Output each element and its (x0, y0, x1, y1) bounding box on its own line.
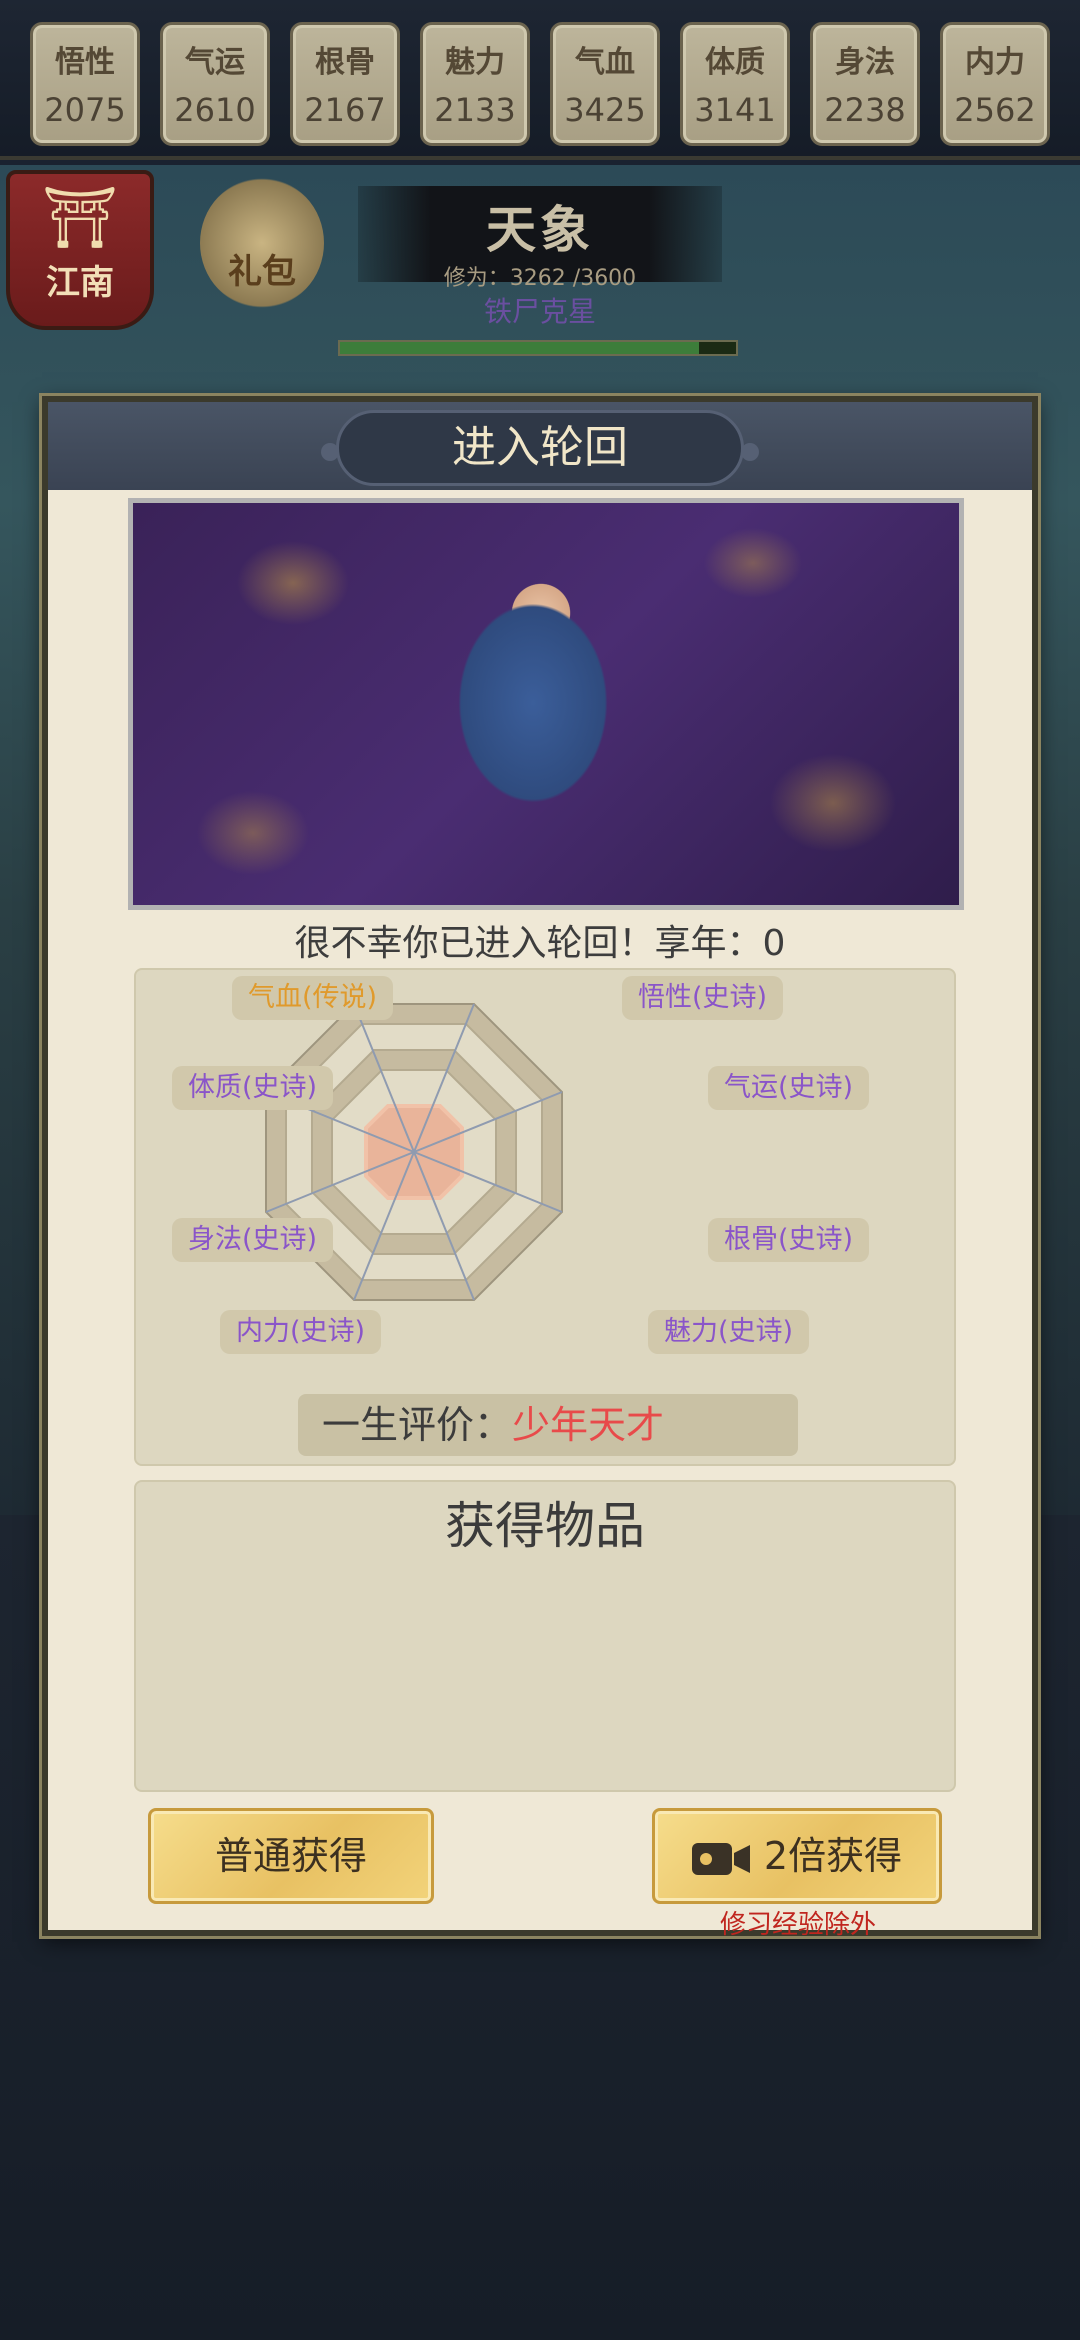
realm-name: 天象 (486, 200, 594, 259)
attr-qiyun-tag: 气运(史诗) (708, 1066, 870, 1110)
stat-value: 2238 (824, 91, 906, 129)
modal-title: 进入轮回 (321, 410, 759, 486)
attr-gengu-tag: 根骨(史诗) (708, 1218, 870, 1262)
location-emblem[interactable]: ⛩ 江南 (6, 170, 154, 330)
stat-name: 魅力 (445, 45, 505, 80)
stat-name: 体质 (705, 45, 765, 80)
stat-value: 2133 (434, 91, 516, 129)
double-obtain-button[interactable]: 2倍获得 (652, 1808, 942, 1904)
attr-meili-tag: 魅力(史诗) (648, 1310, 810, 1354)
stat-qixue[interactable]: 气血 3425 (550, 22, 660, 146)
stat-value: 2075 (44, 91, 126, 129)
stat-name: 悟性 (55, 45, 115, 80)
stat-shenfa[interactable]: 身法 2238 (810, 22, 920, 146)
double-obtain-label: 2倍获得 (763, 1834, 903, 1878)
stat-name: 气运 (185, 45, 245, 80)
stat-value: 3425 (564, 91, 646, 129)
reincarnation-modal: 进入轮回 很不幸你已进入轮回！享年：0 气血(传说) 悟性(史诗) 体质(史诗)… (42, 396, 1038, 1940)
attr-neili-tag: 内力(史诗) (220, 1310, 382, 1354)
gift-bag-button[interactable]: 礼包 (200, 178, 324, 308)
cultivation-progress-bar (338, 340, 738, 356)
items-title: 获得物品 (445, 1497, 645, 1555)
attr-tizhi-tag: 体质(史诗) (172, 1066, 334, 1110)
stat-tizhi[interactable]: 体质 3141 (680, 22, 790, 146)
exclusion-note: 修习经验除外 (719, 1910, 876, 1940)
stat-gengu[interactable]: 根骨 2167 (290, 22, 400, 146)
attribute-radar-panel: 气血(传说) 悟性(史诗) 体质(史诗) 气运(史诗) 身法(史诗) 根骨(史诗… (134, 968, 956, 1466)
attr-shenfa-tag: 身法(史诗) (172, 1218, 334, 1262)
gift-label: 礼包 (228, 252, 296, 292)
life-rating-box: 一生评价：少年天才 (298, 1394, 798, 1456)
obtained-items-panel: 获得物品 (134, 1480, 956, 1792)
stat-value: 2167 (304, 91, 386, 129)
stat-name: 根骨 (315, 45, 375, 80)
cultivation-text: 修为：3262 /3600 (443, 266, 637, 291)
normal-obtain-button[interactable]: 普通获得 (148, 1808, 434, 1904)
stat-bar: 悟性 2075 气运 2610 根骨 2167 魅力 2133 气血 3425 … (0, 0, 1080, 160)
stat-value: 2562 (954, 91, 1036, 129)
baby-portrait-image (128, 498, 964, 910)
attr-wuxing-tag: 悟性(史诗) (622, 976, 784, 1020)
stat-value: 3141 (694, 91, 776, 129)
rating-value: 少年天才 (512, 1403, 665, 1447)
location-label: 江南 (46, 263, 114, 303)
rating-label: 一生评价： (322, 1403, 513, 1447)
stat-name: 身法 (835, 45, 895, 80)
stat-qiyun[interactable]: 气运 2610 (160, 22, 270, 146)
stat-value: 2610 (174, 91, 256, 129)
stat-wuxing[interactable]: 悟性 2075 (30, 22, 140, 146)
attr-qixue-tag: 气血(传说) (232, 976, 394, 1020)
pagoda-icon: ⛩ (41, 183, 119, 253)
realm-subtitle: 铁尸克星 (483, 295, 596, 328)
normal-obtain-label: 普通获得 (214, 1834, 367, 1878)
stat-meili[interactable]: 魅力 2133 (420, 22, 530, 146)
video-camera-icon (691, 1842, 750, 1875)
stat-neili[interactable]: 内力 2562 (940, 22, 1050, 146)
realm-title-box: 天象 修为：3262 /3600 (358, 186, 722, 291)
stat-name: 内力 (965, 45, 1025, 80)
reincarnation-message: 很不幸你已进入轮回！享年：0 (294, 923, 786, 964)
stat-name: 气血 (575, 45, 635, 80)
cultivation-progress-fill (340, 342, 699, 354)
